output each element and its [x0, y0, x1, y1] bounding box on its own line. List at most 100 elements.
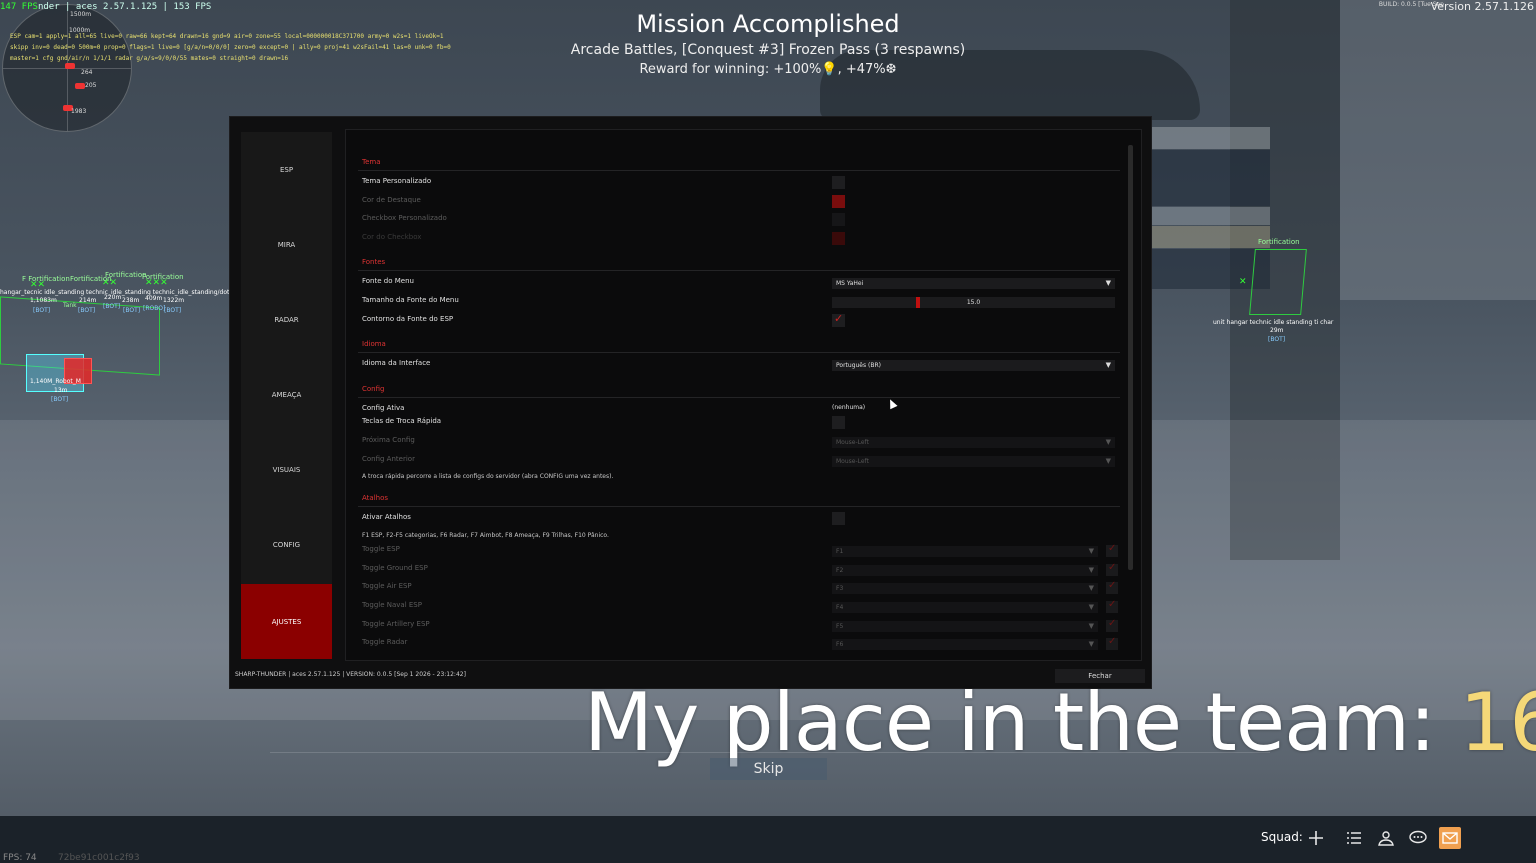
nav-config[interactable]: CONFIG [241, 507, 332, 582]
proxima-config-select[interactable]: Mouse-Left ▼ [832, 437, 1115, 448]
hotkey-select[interactable]: F1 ▼ [832, 546, 1098, 557]
fonte-menu-select[interactable]: MS YaHei ▼ [832, 278, 1115, 289]
config-anterior-select[interactable]: Mouse-Left ▼ [832, 456, 1115, 467]
nav-ameaca[interactable]: AMEAÇA [241, 357, 332, 432]
nav-ajustes[interactable]: AJUSTES [241, 584, 332, 659]
idioma-label: Idioma da Interface [362, 359, 431, 367]
chevron-down-icon: ▼ [1105, 457, 1111, 465]
mail-icon[interactable] [1439, 827, 1461, 849]
game-screen: 1500m 1000m 264 205 1983 147 FPSnder | a… [0, 0, 1536, 863]
team-place-number: 16 [1459, 676, 1536, 769]
tema-personalizado-label: Tema Personalizado [362, 177, 432, 185]
teclas-troca-label: Teclas de Troca Rápida [362, 417, 442, 425]
bg-panel-row [1152, 150, 1270, 206]
config-help-text: A troca rápida percorre a lista de confi… [362, 473, 614, 480]
proxima-config-label: Próxima Config [362, 436, 415, 444]
esp-box [1249, 249, 1307, 315]
esp-distance: 214m [79, 297, 97, 304]
section-divider [358, 397, 1120, 398]
hotkey-enable-checkbox[interactable] [1106, 543, 1118, 557]
radar-blip-label: 1983 [71, 108, 87, 115]
checkbox-personalizado-checkbox[interactable] [832, 213, 845, 226]
section-fontes: Fontes [362, 258, 386, 266]
chevron-down-icon: ▼ [1088, 547, 1094, 555]
section-idioma: Idioma [362, 340, 386, 348]
esp-distance: 29m [1270, 327, 1284, 334]
contorno-fonte-label: Contorno da Fonte do ESP [362, 315, 454, 323]
esp-bot-tag: [BOT] [123, 307, 141, 314]
session-hash: 72be91c001c2f93 [58, 853, 140, 863]
ativar-atalhos-checkbox[interactable] [832, 512, 845, 525]
esp-distance: 220m [104, 294, 122, 301]
hotkey-select[interactable]: F5 ▼ [832, 621, 1098, 632]
chevron-down-icon: ▼ [1105, 438, 1111, 446]
nav-radar[interactable]: RADAR [241, 282, 332, 357]
cor-destaque-swatch[interactable] [832, 195, 845, 208]
section-atalhos: Atalhos [362, 494, 389, 502]
cheat-menu-window: ESP MIRA RADAR AMEAÇA VISUAIS CONFIG AJU… [229, 116, 1152, 689]
esp-label: Fortification [105, 271, 147, 279]
hotkey-enable-checkbox[interactable] [1106, 599, 1118, 613]
hotkey-label: Toggle Ground ESP [362, 564, 428, 572]
mission-header: Mission Accomplished Arcade Battles, [Co… [0, 10, 1536, 77]
fonte-menu-label: Fonte do Menu [362, 277, 414, 285]
esp-bot-tag: [BOT] [164, 307, 182, 314]
teclas-troca-checkbox[interactable] [832, 416, 845, 429]
tamanho-fonte-slider[interactable]: 15.0 [832, 297, 1115, 308]
team-place-label: My place in the team: [584, 676, 1460, 769]
contorno-fonte-checkbox[interactable] [832, 312, 845, 327]
hotkey-enable-checkbox[interactable] [1106, 562, 1118, 576]
tema-personalizado-checkbox[interactable] [832, 176, 845, 189]
esp-bot-tag: [BOT] [103, 303, 121, 310]
fps-readout: FPS: 74 [3, 853, 37, 863]
hotkey-label: Toggle Air ESP [362, 582, 412, 590]
section-tema: Tema [362, 158, 381, 166]
nav-visuais[interactable]: VISUAIS [241, 432, 332, 507]
settings-scrollbar[interactable] [1128, 145, 1133, 570]
checkbox-personalizado-label: Checkbox Personalizado [362, 214, 447, 222]
cor-checkbox-swatch[interactable] [832, 232, 845, 245]
esp-label: Fortification [142, 273, 184, 281]
hotkey-label: Toggle Radar [362, 638, 408, 646]
section-divider [358, 270, 1120, 271]
skip-button[interactable]: Skip [710, 758, 827, 780]
esp-cube-label: 1,140M_Robot_M [30, 378, 81, 385]
hotkey-enable-checkbox[interactable] [1106, 580, 1118, 594]
config-anterior-label: Config Anterior [362, 455, 415, 463]
add-squad-icon[interactable] [1305, 827, 1327, 849]
esp-distance: 409m [145, 295, 163, 302]
chevron-down-icon: ▼ [1088, 640, 1094, 648]
idioma-select[interactable]: Português (BR) ▼ [832, 360, 1115, 371]
esp-distance: 1322m [163, 297, 185, 304]
config-ativa-label: Config Ativa [362, 404, 405, 412]
menu-sidebar: ESP MIRA RADAR AMEAÇA VISUAIS CONFIG AJU… [241, 132, 332, 659]
hotkey-select[interactable]: F3 ▼ [832, 583, 1098, 594]
menu-footer: SHARP-THUNDER | aces 2.57.1.125 | VERSIO… [235, 671, 466, 678]
esp-bot-tag: [BOT] [51, 396, 69, 403]
mission-title: Mission Accomplished [636, 10, 900, 38]
hotkey-select[interactable]: F4 ▼ [832, 602, 1098, 613]
chevron-down-icon: ▼ [1088, 566, 1094, 574]
esp-distance: 238m [122, 297, 140, 304]
bg-panel-row [1152, 127, 1270, 149]
nav-esp[interactable]: ESP [241, 132, 332, 207]
hotkey-label: Toggle ESP [362, 545, 400, 553]
atalhos-help-text: F1 ESP, F2-F5 categorias, F6 Radar, F7 A… [362, 532, 609, 539]
hotkey-enable-checkbox[interactable] [1106, 636, 1118, 650]
chevron-down-icon: ▼ [1088, 622, 1094, 630]
nav-mira[interactable]: MIRA [241, 207, 332, 282]
section-divider [358, 506, 1120, 507]
hotkey-label: Toggle Naval ESP [362, 601, 422, 609]
chat-icon[interactable] [1407, 827, 1429, 849]
esp-bot-tag: [BOT] [1268, 336, 1286, 343]
list-icon[interactable] [1343, 827, 1365, 849]
bg-panel-row [1152, 207, 1270, 225]
section-divider [358, 170, 1120, 171]
ativar-atalhos-label: Ativar Atalhos [362, 513, 411, 521]
esp-bot-tag: [BOT] [33, 307, 51, 314]
hotkey-select[interactable]: F2 ▼ [832, 565, 1098, 576]
hotkey-select[interactable]: F6 ▼ [832, 639, 1098, 650]
friends-icon[interactable] [1375, 827, 1397, 849]
esp-robo-tag: [ROBO] [143, 305, 166, 312]
hotkey-enable-checkbox[interactable] [1106, 618, 1118, 632]
